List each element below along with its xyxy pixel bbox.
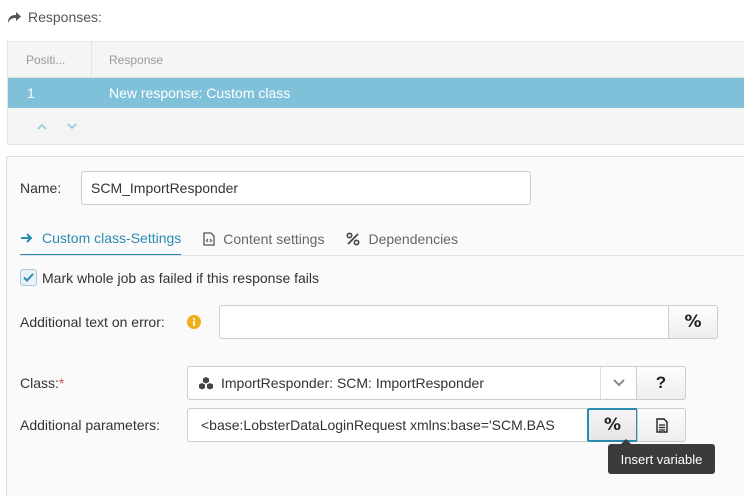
tab-dependencies[interactable]: Dependencies: [346, 222, 458, 256]
move-up-icon[interactable]: [37, 123, 47, 130]
percent-icon: %: [684, 312, 702, 332]
percent-icon: [346, 232, 360, 246]
class-cubes-icon: [199, 377, 213, 390]
tooltip-text: Insert variable: [620, 451, 703, 467]
class-label: Class:*: [20, 375, 64, 391]
tab-label: Content settings: [223, 231, 325, 247]
code-file-icon: [203, 232, 215, 246]
params-input[interactable]: <base:LobsterDataLoginRequest xmlns:base…: [187, 408, 587, 442]
row-order-controls: [8, 108, 744, 144]
class-help-button[interactable]: ?: [636, 366, 686, 400]
params-label: Additional parameters:: [20, 417, 161, 433]
settings-tabs: Custom class -Settings Content settings D…: [20, 222, 480, 256]
responses-table: Positi... Response 1 New response: Custo…: [7, 41, 744, 145]
share-arrow-icon: [8, 12, 21, 23]
insert-variable-tooltip: Insert variable: [608, 439, 715, 474]
responses-title: Responses:: [28, 9, 102, 25]
class-select[interactable]: ImportResponder: SCM: ImportResponder: [187, 366, 637, 400]
dropdown-toggle[interactable]: [600, 367, 636, 399]
class-label-text: Class:: [20, 375, 59, 391]
edit-document-button[interactable]: [637, 408, 686, 442]
tab-custom-class-settings[interactable]: Custom class -Settings: [20, 222, 182, 256]
tab-label-prefix: Custom class: [42, 230, 127, 246]
additional-text-label: Additional text on error:: [20, 314, 165, 330]
row-response: New response: Custom class: [109, 85, 291, 101]
responses-header: Responses:: [6, 7, 102, 27]
tab-label: Dependencies: [368, 231, 458, 247]
mark-failed-label[interactable]: Mark whole job as failed if this respons…: [42, 270, 319, 286]
mark-failed-checkbox[interactable]: [20, 269, 37, 286]
column-response[interactable]: Response: [92, 53, 163, 67]
arrow-right-icon: [21, 233, 33, 243]
tabs-divider: [20, 255, 744, 256]
name-label: Name:: [20, 180, 62, 196]
checkmark-icon: [23, 273, 34, 282]
table-header: Positi... Response: [8, 42, 744, 78]
additional-text-input[interactable]: [219, 305, 669, 339]
row-position: 1: [27, 85, 35, 101]
insert-variable-button[interactable]: %: [587, 408, 638, 442]
params-value: <base:LobsterDataLoginRequest xmlns:base…: [201, 417, 555, 433]
tab-content-settings[interactable]: Content settings: [203, 222, 324, 256]
table-row[interactable]: 1 New response: Custom class: [8, 78, 744, 108]
percent-icon: %: [603, 415, 622, 435]
class-value: ImportResponder: SCM: ImportResponder: [221, 375, 484, 391]
document-icon: [655, 417, 668, 433]
name-field[interactable]: SCM_ImportResponder: [81, 171, 531, 205]
move-down-icon[interactable]: [67, 122, 77, 130]
help-icon: ?: [655, 373, 667, 392]
name-value: SCM_ImportResponder: [91, 180, 239, 196]
tab-label-suffix: -Settings: [126, 230, 182, 246]
column-position[interactable]: Positi...: [8, 42, 92, 77]
additional-text-variable-button[interactable]: %: [668, 305, 718, 339]
required-marker: *: [58, 375, 65, 391]
info-icon[interactable]: [187, 315, 201, 329]
chevron-down-icon: [612, 379, 625, 387]
